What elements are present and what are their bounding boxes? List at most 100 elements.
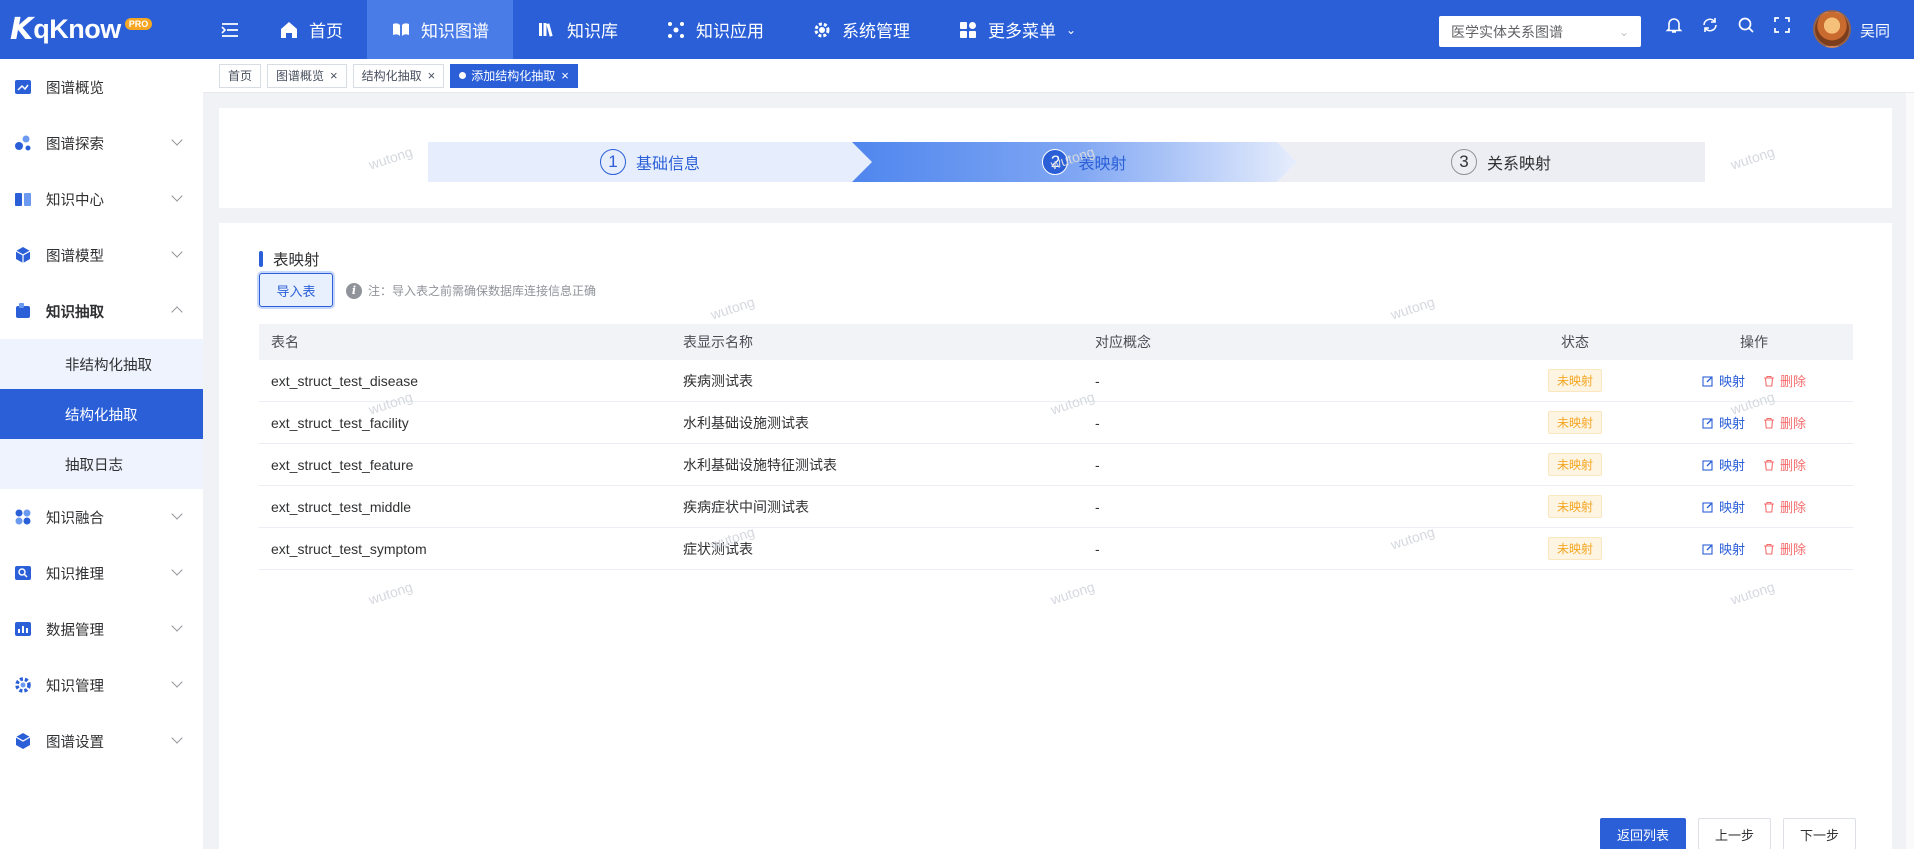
delete-button[interactable]: 删除 [1763, 413, 1806, 432]
nav-item-knowledge-graph[interactable]: 知识图谱 [367, 0, 513, 59]
page-scrollbar[interactable] [1906, 93, 1914, 849]
nav-item-knowledge-app[interactable]: 知识应用 [642, 0, 788, 59]
cell-display-name: 疾病测试表 [683, 372, 753, 389]
back-to-list-button[interactable]: 返回列表 [1599, 818, 1686, 849]
home-icon [281, 21, 297, 38]
info-icon: i [346, 282, 362, 299]
delete-button[interactable]: 删除 [1763, 497, 1806, 516]
overview-icon [15, 80, 31, 94]
delete-button[interactable]: 删除 [1763, 371, 1806, 390]
map-button[interactable]: 映射 [1702, 413, 1745, 432]
header-table-name: 表名 [271, 334, 299, 350]
sidebar-item-overview[interactable]: 图谱概览 [0, 59, 203, 115]
book-open-icon [393, 22, 409, 36]
sidebar-subitem-log[interactable]: 抽取日志 [0, 439, 203, 489]
explore-icon [15, 135, 31, 151]
delete-button[interactable]: 删除 [1763, 539, 1806, 558]
next-step-button[interactable]: 下一步 [1782, 818, 1856, 849]
sidebar-item-label: 图谱模型 [46, 248, 104, 265]
sidebar-item-explore[interactable]: 图谱探索 [0, 115, 203, 171]
sidebar-item-extraction[interactable]: 知识抽取 [0, 283, 203, 339]
avatar[interactable] [1813, 10, 1851, 48]
header-display-name: 表显示名称 [683, 334, 753, 350]
gear-icon [814, 22, 830, 37]
cell-concept: - [1095, 414, 1100, 431]
table-header: 表名 表显示名称 对应概念 状态 操作 [259, 324, 1853, 360]
tab-home[interactable]: 首页 [219, 63, 262, 88]
prev-step-button[interactable]: 上一步 [1697, 818, 1771, 849]
nav-item-home[interactable]: 首页 [255, 0, 367, 59]
tab-structured-extraction[interactable]: 结构化抽取 × [352, 63, 445, 88]
cell-actions: 映射 删除 [1655, 497, 1853, 516]
cell-concept: - [1095, 372, 1100, 389]
map-button[interactable]: 映射 [1702, 371, 1745, 390]
sidebar-item-data[interactable]: 数据管理 [0, 601, 203, 657]
map-button[interactable]: 映射 [1702, 497, 1745, 516]
tags-view: 首页 图谱概览 × 结构化抽取 × 添加结构化抽取 × [203, 59, 1914, 93]
chevron-down-icon: ⌄ [1066, 22, 1077, 37]
step-number: 1 [599, 149, 626, 175]
chevron-down-icon [171, 508, 183, 520]
sidebar-item-label: 图谱探索 [46, 136, 104, 153]
delete-label: 删除 [1780, 374, 1807, 389]
sidebar-item-reasoning[interactable]: 知识推理 [0, 545, 203, 601]
trash-icon [1764, 501, 1774, 513]
model-icon [15, 247, 31, 263]
tab-add-structured-extraction[interactable]: 添加结构化抽取 × [450, 63, 578, 88]
chevron-down-icon [171, 190, 183, 202]
main-nav: 首页 知识图谱 知识库 知识应用 系统管理 更多菜单 ⌄ [255, 0, 1100, 59]
table-mapping-card: 表映射 导入表 i 注：导入表之前需确保数据库连接信息正确 表名 表显示名称 对… [219, 223, 1892, 849]
sidebar-item-settings[interactable]: 图谱设置 [0, 713, 203, 769]
menu-collapse-icon[interactable] [205, 0, 255, 59]
steps-card: 1 基础信息 2 表映射 3 关系映射 [219, 108, 1892, 208]
graph-select-value: 医学实体关系图谱 [1451, 23, 1563, 40]
step-number: 3 [1450, 149, 1477, 175]
nav-item-system[interactable]: 系统管理 [788, 0, 934, 59]
cell-display-name: 水利基础设施特征测试表 [683, 456, 837, 473]
nav-label: 知识库 [567, 22, 618, 41]
refresh-icon[interactable] [1701, 16, 1719, 34]
map-button[interactable]: 映射 [1702, 539, 1745, 558]
sidebar-item-model[interactable]: 图谱模型 [0, 227, 203, 283]
close-icon[interactable]: × [428, 68, 436, 83]
tab-label: 首页 [228, 69, 253, 83]
close-icon[interactable]: × [561, 68, 569, 83]
nav-item-more[interactable]: 更多菜单 ⌄ [934, 0, 1100, 59]
management-icon [15, 677, 31, 693]
sidebar-subitem-unstructured[interactable]: 非结构化抽取 [0, 339, 203, 389]
close-icon[interactable]: × [330, 68, 338, 83]
reasoning-icon [15, 566, 31, 580]
search-icon[interactable] [1737, 16, 1755, 34]
logo[interactable]: K qKnow PRO [0, 0, 205, 59]
sidebar-subitem-structured[interactable]: 结构化抽取 [0, 389, 203, 439]
status-badge: 未映射 [1547, 495, 1602, 518]
map-button[interactable]: 映射 [1702, 455, 1745, 474]
import-table-button[interactable]: 导入表 [259, 273, 333, 307]
tab-label: 添加结构化抽取 [471, 69, 556, 83]
bell-icon[interactable] [1665, 16, 1683, 34]
map-label: 映射 [1718, 458, 1745, 473]
extraction-icon [16, 303, 30, 318]
nav-item-knowledge-base[interactable]: 知识库 [513, 0, 642, 59]
chevron-up-icon [171, 306, 183, 318]
graph-select[interactable]: 医学实体关系图谱 ⌄ [1439, 16, 1641, 47]
delete-button[interactable]: 删除 [1763, 455, 1806, 474]
table-row: ext_struct_test_feature 水利基础设施特征测试表 - 未映… [259, 444, 1853, 486]
sidebar-item-management[interactable]: 知识管理 [0, 657, 203, 713]
cell-status: 未映射 [1495, 537, 1655, 560]
table-row: ext_struct_test_disease 疾病测试表 - 未映射 映射 删… [259, 360, 1853, 402]
fullscreen-icon[interactable] [1773, 16, 1791, 34]
cell-table-name: ext_struct_test_facility [271, 414, 409, 431]
logo-mark: K [10, 12, 33, 47]
map-label: 映射 [1718, 500, 1745, 515]
username[interactable]: 吴同 [1860, 20, 1890, 41]
tab-graph-overview[interactable]: 图谱概览 × [267, 63, 347, 88]
chevron-down-icon [171, 134, 183, 146]
header-actions: 操作 [1740, 334, 1768, 350]
chevron-down-icon [171, 246, 183, 258]
cell-concept: - [1095, 498, 1100, 515]
sidebar-item-fusion[interactable]: 知识融合 [0, 489, 203, 545]
tab-label: 结构化抽取 [361, 69, 422, 83]
trash-icon [1764, 417, 1774, 429]
sidebar-item-knowledge-center[interactable]: 知识中心 [0, 171, 203, 227]
